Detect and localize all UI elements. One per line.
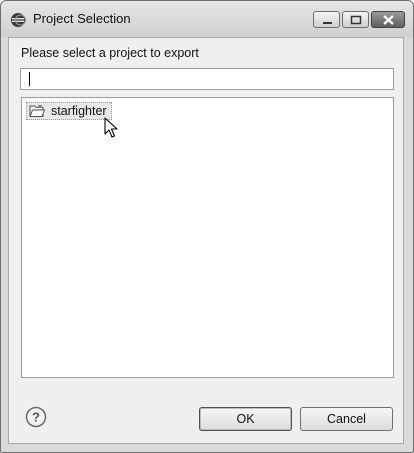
close-icon	[383, 15, 394, 25]
svg-text:?: ?	[32, 410, 40, 425]
project-filter-input[interactable]	[20, 68, 394, 90]
project-list[interactable]: starfighter	[21, 97, 394, 378]
eclipse-app-icon	[11, 13, 26, 27]
text-caret	[29, 72, 30, 86]
list-item-label: starfighter	[51, 104, 107, 118]
help-icon[interactable]: ?	[25, 406, 47, 428]
cancel-button[interactable]: Cancel	[300, 407, 393, 431]
mouse-pointer-icon	[104, 117, 118, 138]
instruction-label: Please select a project to export	[21, 46, 199, 60]
minimize-button[interactable]	[313, 11, 340, 28]
project-selection-dialog: Project Selection Please select a projec…	[0, 0, 414, 453]
list-item-starfighter[interactable]: starfighter	[26, 102, 112, 120]
dialog-body: Please select a project to export starfi…	[8, 37, 404, 444]
project-folder-icon	[29, 105, 45, 117]
maximize-icon	[350, 15, 362, 25]
maximize-button[interactable]	[342, 11, 369, 28]
ok-button[interactable]: OK	[199, 407, 292, 431]
close-button[interactable]	[371, 11, 405, 28]
minimize-icon	[323, 22, 332, 24]
window-title: Project Selection	[33, 11, 131, 26]
title-bar[interactable]: Project Selection	[1, 1, 413, 37]
